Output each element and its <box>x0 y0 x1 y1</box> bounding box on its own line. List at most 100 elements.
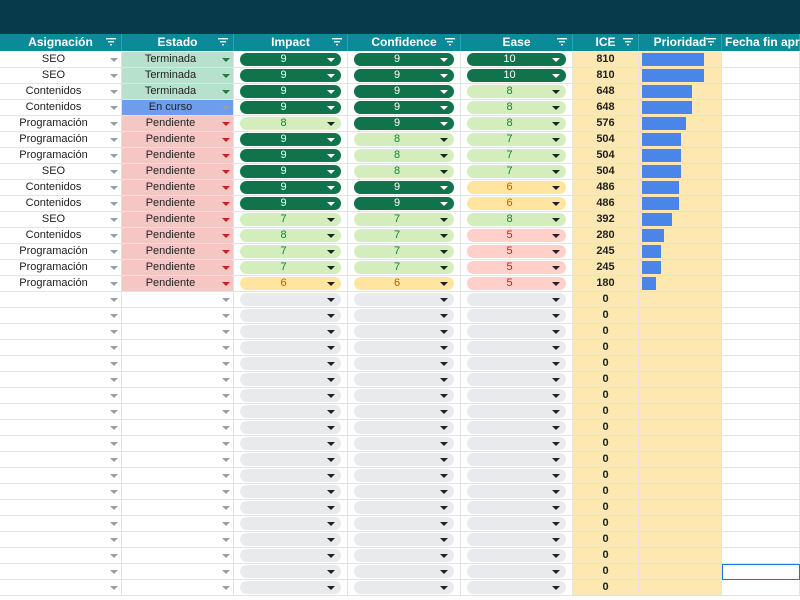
assignment-dropdown[interactable] <box>0 388 122 403</box>
ease-score-dropdown[interactable] <box>461 292 573 307</box>
dropdown-arrow-icon[interactable] <box>222 164 230 179</box>
impact-score-dropdown[interactable] <box>234 404 348 419</box>
assignment-dropdown[interactable]: Programación <box>0 132 122 147</box>
status-dropdown[interactable] <box>122 516 234 531</box>
score-chip[interactable]: 9 <box>354 69 454 82</box>
score-chip[interactable]: 7 <box>240 245 341 258</box>
ease-score-dropdown[interactable] <box>461 516 573 531</box>
score-chip[interactable] <box>467 581 566 594</box>
confidence-score-dropdown[interactable] <box>348 564 461 579</box>
end-date-cell[interactable] <box>722 148 800 163</box>
dropdown-arrow-icon[interactable] <box>110 420 118 435</box>
confidence-score-dropdown[interactable] <box>348 548 461 563</box>
ease-score-dropdown[interactable] <box>461 484 573 499</box>
score-chip[interactable]: 10 <box>467 53 566 66</box>
score-chip[interactable] <box>467 453 566 466</box>
score-chip[interactable] <box>240 357 341 370</box>
assignment-dropdown[interactable] <box>0 356 122 371</box>
dropdown-arrow-icon[interactable] <box>110 212 118 227</box>
dropdown-arrow-icon[interactable] <box>327 373 335 386</box>
impact-score-dropdown[interactable]: 9 <box>234 164 348 179</box>
dropdown-arrow-icon[interactable] <box>327 357 335 370</box>
assignment-dropdown[interactable] <box>0 324 122 339</box>
dropdown-arrow-icon[interactable] <box>327 533 335 546</box>
impact-score-dropdown[interactable] <box>234 580 348 595</box>
impact-score-dropdown[interactable]: 9 <box>234 148 348 163</box>
dropdown-arrow-icon[interactable] <box>222 516 230 531</box>
status-dropdown[interactable]: Pendiente <box>122 244 234 259</box>
dropdown-arrow-icon[interactable] <box>110 228 118 243</box>
dropdown-arrow-icon[interactable] <box>222 180 230 195</box>
status-dropdown[interactable]: Pendiente <box>122 148 234 163</box>
score-chip[interactable] <box>240 453 341 466</box>
dropdown-arrow-icon[interactable] <box>552 165 560 178</box>
status-dropdown[interactable]: Pendiente <box>122 276 234 291</box>
score-chip[interactable]: 7 <box>354 245 454 258</box>
score-chip[interactable] <box>354 293 454 306</box>
status-dropdown[interactable] <box>122 340 234 355</box>
end-date-cell[interactable] <box>722 260 800 275</box>
confidence-score-dropdown[interactable]: 8 <box>348 132 461 147</box>
ease-score-dropdown[interactable]: 10 <box>461 52 573 67</box>
end-date-cell[interactable] <box>722 212 800 227</box>
score-chip[interactable]: 5 <box>467 245 566 258</box>
dropdown-arrow-icon[interactable] <box>552 485 560 498</box>
status-dropdown[interactable]: Pendiente <box>122 212 234 227</box>
ease-score-dropdown[interactable]: 7 <box>461 148 573 163</box>
impact-score-dropdown[interactable] <box>234 452 348 467</box>
dropdown-arrow-icon[interactable] <box>110 372 118 387</box>
dropdown-arrow-icon[interactable] <box>222 132 230 147</box>
end-date-cell[interactable] <box>722 84 800 99</box>
confidence-score-dropdown[interactable]: 9 <box>348 52 461 67</box>
dropdown-arrow-icon[interactable] <box>440 389 448 402</box>
impact-score-dropdown[interactable] <box>234 532 348 547</box>
end-date-cell[interactable] <box>722 372 800 387</box>
score-chip[interactable]: 7 <box>354 261 454 274</box>
score-chip[interactable]: 7 <box>467 133 566 146</box>
filter-icon[interactable] <box>704 34 718 51</box>
dropdown-arrow-icon[interactable] <box>222 212 230 227</box>
dropdown-arrow-icon[interactable] <box>222 116 230 131</box>
score-chip[interactable] <box>240 549 341 562</box>
status-dropdown[interactable]: Terminada <box>122 52 234 67</box>
ease-score-dropdown[interactable] <box>461 372 573 387</box>
end-date-cell[interactable] <box>722 308 800 323</box>
dropdown-arrow-icon[interactable] <box>110 404 118 419</box>
impact-score-dropdown[interactable] <box>234 516 348 531</box>
confidence-score-dropdown[interactable]: 8 <box>348 164 461 179</box>
dropdown-arrow-icon[interactable] <box>552 69 560 82</box>
status-dropdown[interactable]: En curso <box>122 100 234 115</box>
dropdown-arrow-icon[interactable] <box>440 277 448 290</box>
score-chip[interactable]: 9 <box>354 197 454 210</box>
dropdown-arrow-icon[interactable] <box>440 133 448 146</box>
column-header-asignacion[interactable]: Asignación <box>0 34 122 51</box>
ease-score-dropdown[interactable] <box>461 436 573 451</box>
dropdown-arrow-icon[interactable] <box>440 421 448 434</box>
assignment-dropdown[interactable] <box>0 564 122 579</box>
impact-score-dropdown[interactable] <box>234 420 348 435</box>
score-chip[interactable]: 7 <box>354 213 454 226</box>
confidence-score-dropdown[interactable] <box>348 324 461 339</box>
dropdown-arrow-icon[interactable] <box>110 468 118 483</box>
status-dropdown[interactable]: Pendiente <box>122 260 234 275</box>
dropdown-arrow-icon[interactable] <box>440 261 448 274</box>
dropdown-arrow-icon[interactable] <box>222 468 230 483</box>
assignment-dropdown[interactable] <box>0 404 122 419</box>
score-chip[interactable]: 9 <box>240 85 341 98</box>
dropdown-arrow-icon[interactable] <box>440 309 448 322</box>
dropdown-arrow-icon[interactable] <box>110 68 118 83</box>
end-date-cell[interactable] <box>722 356 800 371</box>
dropdown-arrow-icon[interactable] <box>222 148 230 163</box>
score-chip[interactable]: 6 <box>467 181 566 194</box>
assignment-dropdown[interactable]: Programación <box>0 276 122 291</box>
end-date-cell[interactable] <box>722 516 800 531</box>
dropdown-arrow-icon[interactable] <box>222 404 230 419</box>
dropdown-arrow-icon[interactable] <box>110 132 118 147</box>
status-dropdown[interactable] <box>122 580 234 595</box>
score-chip[interactable]: 8 <box>354 149 454 162</box>
assignment-dropdown[interactable]: Contenidos <box>0 196 122 211</box>
dropdown-arrow-icon[interactable] <box>552 181 560 194</box>
status-dropdown[interactable]: Pendiente <box>122 180 234 195</box>
score-chip[interactable] <box>467 565 566 578</box>
score-chip[interactable]: 6 <box>240 277 341 290</box>
